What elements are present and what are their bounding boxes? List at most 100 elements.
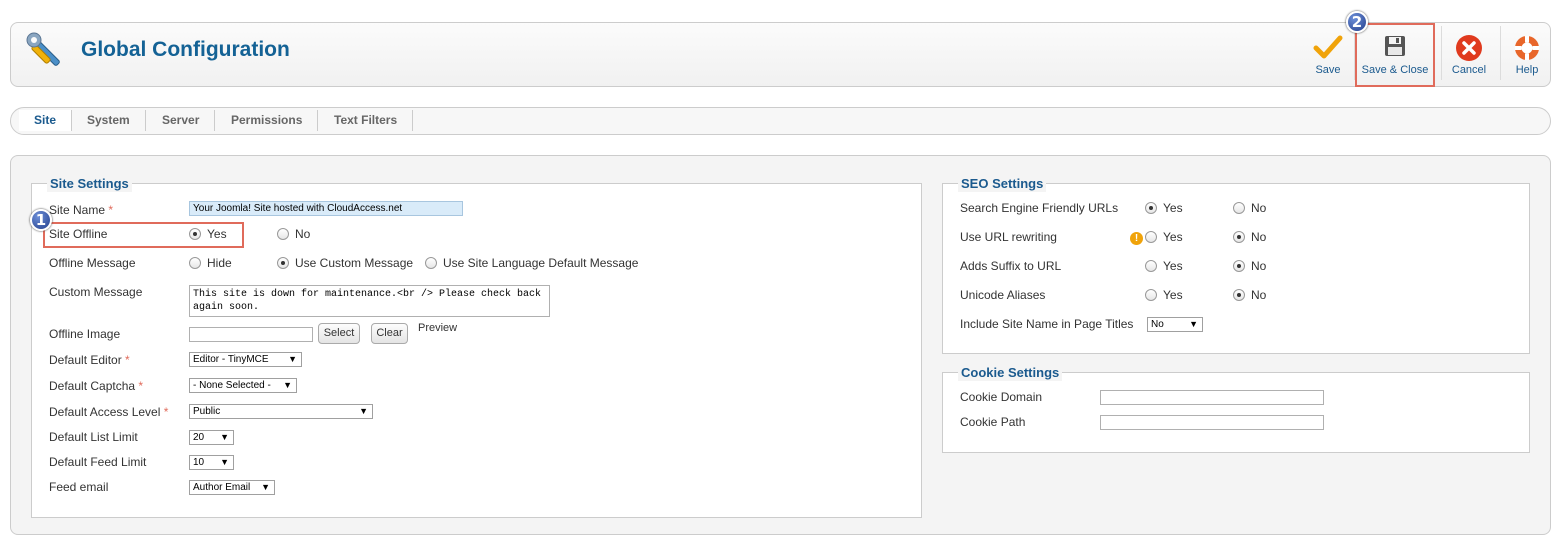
default-captcha-select[interactable]: - None Selected - ▼ [189,378,297,393]
offline-message-label: Offline Message [49,256,136,270]
url-rewriting-no-radio[interactable] [1233,231,1245,243]
site-offline-no-radio[interactable] [277,228,289,240]
step-badge-2: 2 [1346,11,1368,33]
offline-image-label: Offline Image [49,327,121,341]
site-offline-label: Site Offline [49,227,108,241]
chevron-down-icon: ▼ [1189,319,1198,329]
floppy-disk-icon [1385,36,1405,56]
default-list-limit-value: 20 [193,432,205,443]
seo-yes-label: Yes [1163,201,1183,215]
seo-yes-label: Yes [1163,259,1183,273]
url-rewriting-yes-radio[interactable] [1145,231,1157,243]
default-editor-select[interactable]: Editor - TinyMCE ▼ [189,352,302,367]
chevron-down-icon: ▼ [283,380,292,390]
sef-urls-yes-radio[interactable] [1145,202,1157,214]
seo-yes-label: Yes [1163,288,1183,302]
seo-yes-label: Yes [1163,230,1183,244]
seo-no-label: No [1251,288,1267,302]
save-button[interactable]: Save [1307,24,1349,86]
default-captcha-label: Default Captcha * [49,379,144,393]
site-name-titles-label: Include Site Name in Page Titles [960,317,1134,331]
tab-permissions[interactable]: Permissions [216,110,319,131]
custom-message-textarea[interactable]: This site is down for maintenance.<br />… [189,285,550,317]
cancel-label: Cancel [1451,64,1487,76]
default-feed-limit-label: Default Feed Limit [49,455,147,469]
feed-email-select[interactable]: Author Email ▼ [189,480,275,495]
seo-settings-legend: SEO Settings [958,176,1047,192]
default-access-value: Public [193,406,221,417]
checkmark-icon [1313,35,1343,59]
site-offline-yes-label: Yes [207,227,227,241]
help-label: Help [1515,64,1539,76]
cookie-path-label: Cookie Path [960,415,1026,429]
default-editor-label: Default Editor * [49,353,130,367]
feed-email-label: Feed email [49,480,109,494]
site-offline-yes-radio[interactable] [189,228,201,240]
chevron-down-icon: ▼ [288,354,297,364]
site-settings-legend: Site Settings [47,176,132,192]
tab-server[interactable]: Server [147,110,216,131]
help-button[interactable]: Help [1507,24,1547,86]
seo-row-label: Use URL rewriting [960,230,1057,244]
lifebuoy-icon [1515,36,1539,60]
site-name-titles-value: No [1151,319,1164,330]
unicode-aliases-no-radio[interactable] [1233,289,1245,301]
unicode-aliases-yes-radio[interactable] [1145,289,1157,301]
default-list-limit-select[interactable]: 20 ▼ [189,430,234,445]
toolbar-divider [1500,26,1501,80]
default-captcha-value: - None Selected - [193,380,271,391]
required-marker: * [108,203,114,217]
chevron-down-icon: ▼ [220,457,229,467]
clear-image-button[interactable]: Clear [371,323,408,344]
seo-row-label: Adds Suffix to URL [960,259,1062,273]
preview-label: Preview [418,322,458,334]
sef-urls-no-radio[interactable] [1233,202,1245,214]
site-name-titles-select[interactable]: No ▼ [1147,317,1203,332]
offline-message-hide-radio[interactable] [189,257,201,269]
toolbar-divider [1441,26,1442,80]
default-feed-limit-select[interactable]: 10 ▼ [189,455,234,470]
tab-system[interactable]: System [72,110,146,131]
url-suffix-no-radio[interactable] [1233,260,1245,272]
save-label: Save [1315,64,1341,76]
feed-email-value: Author Email [193,482,251,493]
offline-message-custom-label: Use Custom Message [295,256,414,270]
offline-message-default-label: Use Site Language Default Message [443,256,639,270]
default-list-limit-label: Default List Limit [49,430,138,444]
warning-icon: ! [1130,232,1143,245]
page-title: Global Configuration [81,38,290,61]
seo-row-label: Search Engine Friendly URLs [960,201,1119,215]
select-image-button[interactable]: Select [318,323,360,344]
save-close-button[interactable]: Save & Close [1357,24,1433,86]
chevron-down-icon: ▼ [220,432,229,442]
cookie-domain-input[interactable] [1100,390,1324,405]
tab-site[interactable]: Site [19,110,73,131]
chevron-down-icon: ▼ [261,482,270,492]
cancel-icon [1456,35,1482,61]
offline-message-hide-label: Hide [207,256,232,270]
save-close-label: Save & Close [1361,64,1429,76]
seo-row-label: Unicode Aliases [960,288,1046,302]
tab-text-filters[interactable]: Text Filters [319,110,414,131]
offline-message-custom-radio[interactable] [277,257,289,269]
cookie-settings-fieldset [942,372,1530,453]
seo-no-label: No [1251,230,1267,244]
chevron-down-icon: ▼ [359,406,368,416]
seo-no-label: No [1251,201,1267,215]
required-marker: * [125,353,130,367]
site-name-label: Site Name * [49,203,114,217]
url-suffix-yes-radio[interactable] [1145,260,1157,272]
required-marker: * [138,379,144,393]
default-access-select[interactable]: Public ▼ [189,404,373,419]
required-marker: * [163,405,169,419]
cancel-button[interactable]: Cancel [1446,24,1492,86]
offline-message-default-radio[interactable] [425,257,437,269]
site-name-input[interactable]: Your Joomla! Site hosted with CloudAcces… [189,201,463,216]
default-feed-limit-value: 10 [193,457,205,468]
offline-image-input[interactable] [189,327,313,342]
custom-message-label: Custom Message [49,285,143,299]
tools-icon [24,31,68,71]
site-offline-no-label: No [295,227,311,241]
cookie-path-input[interactable] [1100,415,1324,430]
cookie-settings-legend: Cookie Settings [958,365,1063,381]
